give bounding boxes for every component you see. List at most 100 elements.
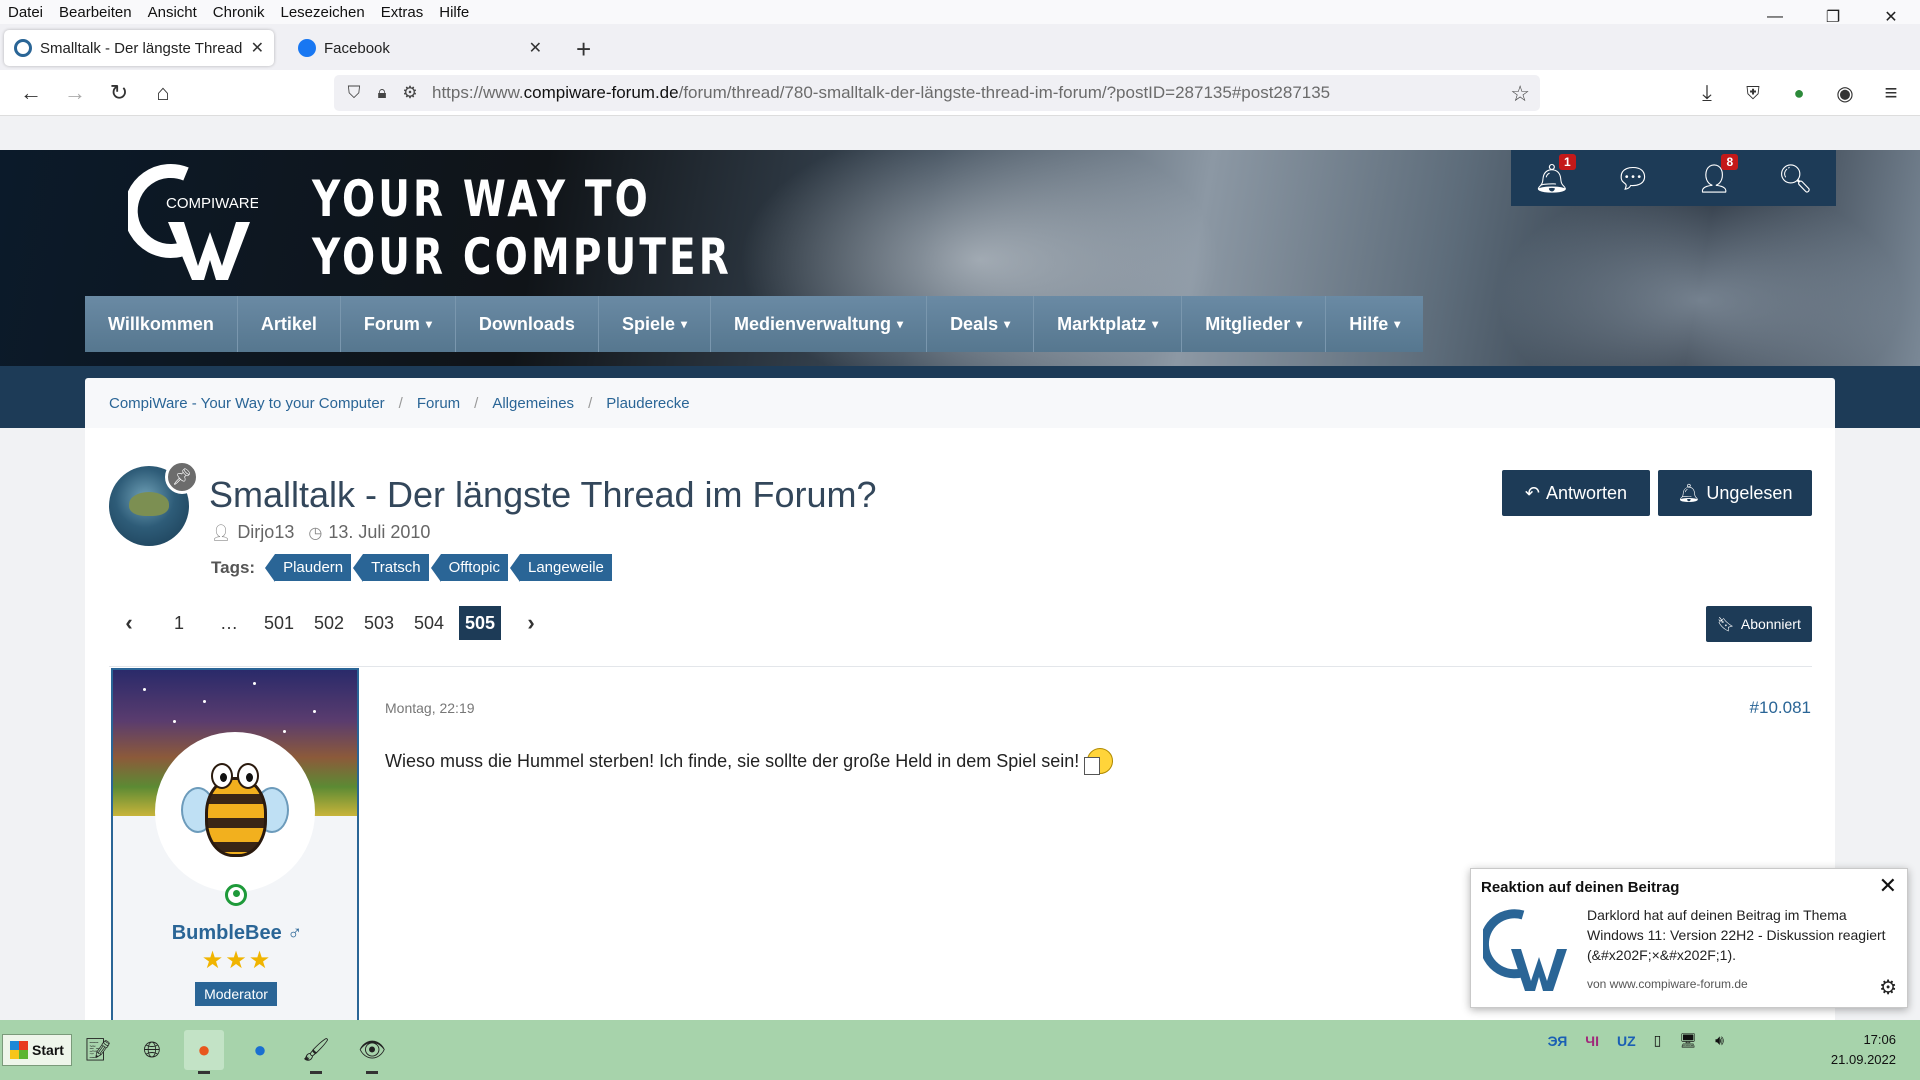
- tag[interactable]: Langeweile: [510, 554, 612, 582]
- system-clock[interactable]: 17:06 21.09.2022: [1831, 1030, 1896, 1070]
- previous-page-icon[interactable]: ‹: [109, 606, 149, 640]
- ublock-icon[interactable]: ⛨: [1738, 78, 1768, 108]
- thread-tags: Tags: Plaudern Tratsch Offtopic Langewei…: [211, 554, 612, 582]
- nav-marktplatz[interactable]: Marktplatz ▾: [1034, 296, 1183, 352]
- notepad-icon[interactable]: 📝︎: [78, 1030, 118, 1070]
- menu-file[interactable]: Datei: [0, 4, 51, 21]
- nav-willkommen[interactable]: Willkommen: [85, 296, 238, 352]
- close-tab-icon[interactable]: ✕: [251, 38, 264, 58]
- clock-time: 17:06: [1863, 1032, 1896, 1047]
- forward-icon[interactable]: →: [60, 78, 90, 108]
- nav-hilfe[interactable]: Hilfe ▾: [1326, 296, 1424, 352]
- tag[interactable]: Tratsch: [353, 554, 429, 582]
- volume-icon[interactable]: 🔊︎: [1715, 1032, 1724, 1049]
- compiware-logo[interactable]: COMPIWARE: [128, 162, 258, 282]
- user-icon: 👤︎: [211, 524, 232, 542]
- nav-medienverwaltung[interactable]: Medienverwaltung ▾: [711, 296, 928, 352]
- keyboard-layout-icon[interactable]: ЭЯ: [1548, 1033, 1568, 1049]
- page-link[interactable]: 501: [259, 606, 299, 640]
- pagination: ‹ 1 … 501 502 503 504 505 ›: [109, 606, 561, 640]
- start-button[interactable]: Start: [2, 1034, 72, 1066]
- conversations-icon[interactable]: 💬︎: [1611, 162, 1655, 195]
- user-menu-icon[interactable]: 👤︎ 8: [1692, 153, 1739, 195]
- menu-history[interactable]: Chronik: [205, 4, 273, 21]
- firefox-icon[interactable]: ●: [184, 1030, 224, 1074]
- current-page[interactable]: 505: [459, 606, 501, 640]
- nav-spiele[interactable]: Spiele ▾: [598, 296, 711, 352]
- unread-button[interactable]: 🔔︎ Ungelesen: [1658, 470, 1812, 516]
- bookmark-star-icon[interactable]: ☆: [1510, 81, 1530, 107]
- tab-strip: Smalltalk - Der längste Thread ✕ Faceboo…: [0, 24, 1920, 70]
- network-status-icon[interactable]: 🖥︎: [1679, 1032, 1697, 1049]
- breadcrumb-separator: /: [588, 394, 593, 412]
- breadcrumb-forum[interactable]: Forum: [417, 395, 460, 412]
- keyboard-layout-icon[interactable]: ЧI: [1585, 1033, 1599, 1049]
- post-date[interactable]: Montag, 22:19: [385, 700, 475, 716]
- online-status-icon: [225, 884, 247, 906]
- back-icon[interactable]: ←: [16, 78, 46, 108]
- shield-icon[interactable]: ⛉: [340, 83, 368, 103]
- page-link[interactable]: 504: [409, 606, 449, 640]
- tab-smalltalk[interactable]: Smalltalk - Der längste Thread ✕: [4, 30, 274, 66]
- menu-hamburger-icon[interactable]: ≡: [1876, 78, 1906, 108]
- logo-text: COMPIWARE: [166, 195, 258, 212]
- nav-downloads[interactable]: Downloads: [455, 296, 599, 352]
- tag[interactable]: Offtopic: [430, 554, 508, 582]
- avatar[interactable]: [155, 732, 315, 892]
- page-link[interactable]: 1: [159, 606, 199, 640]
- keyboard-layout-icon[interactable]: UZ: [1617, 1033, 1636, 1049]
- menu-extras[interactable]: Extras: [373, 4, 432, 21]
- slogan-line: YOUR WAY TO: [312, 170, 651, 228]
- breadcrumb-allgemeines[interactable]: Allgemeines: [492, 395, 574, 412]
- nav-mitglieder[interactable]: Mitglieder ▾: [1182, 296, 1327, 352]
- post-username[interactable]: BumbleBee ♂: [113, 922, 357, 945]
- paint-icon[interactable]: 🖌︎: [296, 1030, 336, 1074]
- breadcrumb-separator: /: [398, 394, 403, 412]
- close-tab-icon[interactable]: ✕: [529, 38, 542, 58]
- notification-toast[interactable]: Reaktion auf deinen Beitrag ✕ Darklord h…: [1470, 868, 1908, 1008]
- thread-meta: 👤︎ Dirjo13 ◷ 13. Juli 2010: [211, 522, 430, 543]
- nav-artikel[interactable]: Artikel: [237, 296, 341, 352]
- chevron-down-icon: ▾: [1296, 317, 1303, 331]
- slogan-line: YOUR COMPUTER: [312, 228, 732, 286]
- nav-forum[interactable]: Forum ▾: [340, 296, 456, 352]
- next-page-icon[interactable]: ›: [511, 606, 551, 640]
- menu-help[interactable]: Hilfe: [431, 4, 477, 21]
- page-link[interactable]: 502: [309, 606, 349, 640]
- breadcrumb-home[interactable]: CompiWare - Your Way to your Computer: [109, 395, 385, 412]
- home-icon[interactable]: ⌂: [148, 78, 178, 108]
- breadcrumb: CompiWare - Your Way to your Computer / …: [85, 378, 1835, 428]
- menu-view[interactable]: Ansicht: [140, 4, 205, 21]
- tab-facebook[interactable]: Facebook ✕: [288, 30, 552, 66]
- tag[interactable]: Plaudern: [265, 554, 352, 582]
- account-icon[interactable]: ◉: [1830, 78, 1860, 108]
- search-icon[interactable]: 🔍︎: [1773, 162, 1817, 195]
- nav-deals[interactable]: Deals ▾: [927, 296, 1035, 352]
- extension-icon[interactable]: ●: [1784, 78, 1814, 108]
- close-icon[interactable]: ✕: [1879, 873, 1897, 899]
- thunderbird-icon[interactable]: ●: [240, 1030, 280, 1070]
- permissions-icon[interactable]: ⚙: [396, 83, 424, 103]
- breadcrumb-plauderecke[interactable]: Plauderecke: [606, 395, 689, 412]
- reload-icon[interactable]: ↻: [104, 78, 134, 108]
- post-number[interactable]: #10.081: [1750, 698, 1811, 718]
- system-tray: ЭЯ ЧI UZ ▯ 🖥︎ 🔊︎: [1530, 1032, 1724, 1049]
- viewer-eye-icon[interactable]: 👁︎: [352, 1030, 392, 1074]
- menu-edit[interactable]: Bearbeiten: [51, 4, 140, 21]
- downloads-icon[interactable]: ⤓: [1692, 78, 1722, 108]
- lock-icon[interactable]: 🔒︎: [368, 83, 396, 103]
- address-bar[interactable]: ⛉ 🔒︎ ⚙ https://www.compiware-forum.de/fo…: [334, 75, 1540, 111]
- gear-icon[interactable]: ⚙: [1879, 975, 1897, 1000]
- notification-badge: 1: [1558, 153, 1576, 170]
- notifications-bell-icon[interactable]: 🔔︎ 1: [1530, 153, 1576, 195]
- chevron-down-icon: ▾: [425, 317, 432, 331]
- network-icon[interactable]: 🌐︎: [132, 1030, 172, 1070]
- menu-bookmarks[interactable]: Lesezeichen: [272, 4, 372, 21]
- page-link[interactable]: 503: [359, 606, 399, 640]
- new-tab-icon[interactable]: +: [576, 34, 591, 65]
- thread-author[interactable]: Dirjo13: [237, 522, 294, 543]
- usb-icon[interactable]: ▯: [1654, 1032, 1662, 1049]
- reply-button[interactable]: ↶ Antworten: [1502, 470, 1650, 516]
- subscribed-button[interactable]: 🔖︎ Abonniert: [1706, 606, 1812, 642]
- taskbar: Start 📝︎ 🌐︎ ● ● 🖌︎ 👁︎ ЭЯ ЧI UZ ▯ 🖥︎ 🔊︎ 1…: [0, 1020, 1920, 1080]
